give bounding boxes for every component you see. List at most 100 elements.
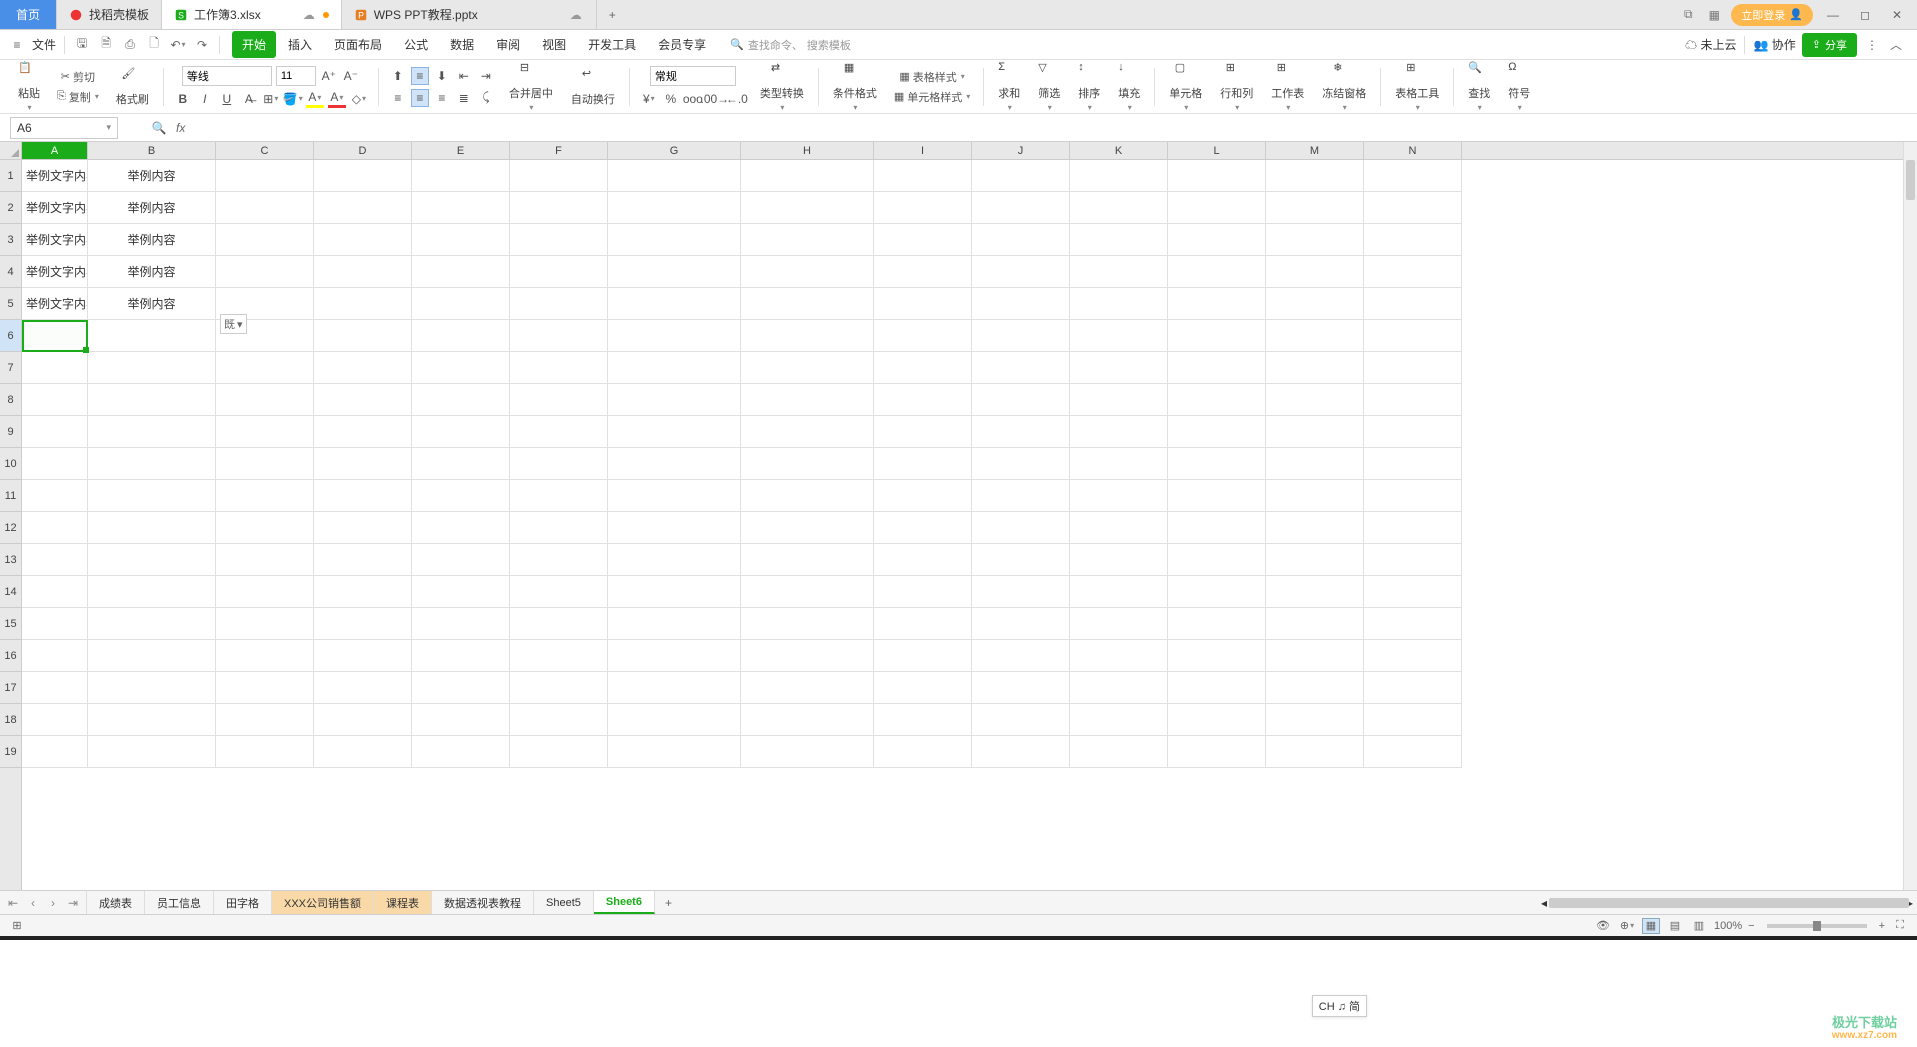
table-tools-button[interactable]: ⊞表格工具 bbox=[1391, 59, 1443, 114]
cell-A11[interactable] bbox=[22, 480, 88, 512]
cell-F13[interactable] bbox=[510, 544, 608, 576]
row-header-2[interactable]: 2 bbox=[0, 192, 21, 224]
cell-I6[interactable] bbox=[874, 320, 972, 352]
cell-N10[interactable] bbox=[1364, 448, 1462, 480]
cell-K1[interactable] bbox=[1070, 160, 1168, 192]
cell-F10[interactable] bbox=[510, 448, 608, 480]
cell-L8[interactable] bbox=[1168, 384, 1266, 416]
cell-K13[interactable] bbox=[1070, 544, 1168, 576]
cell-M15[interactable] bbox=[1266, 608, 1364, 640]
orientation-icon[interactable]: ⤹ bbox=[477, 89, 495, 107]
align-left-icon[interactable]: ≡ bbox=[389, 89, 407, 107]
menu-tab-数据[interactable]: 数据 bbox=[440, 31, 484, 58]
cell-B7[interactable] bbox=[88, 352, 216, 384]
cell-A16[interactable] bbox=[22, 640, 88, 672]
sheet-tab-成绩表[interactable]: 成绩表 bbox=[87, 891, 145, 914]
cell-D16[interactable] bbox=[314, 640, 412, 672]
cell-N15[interactable] bbox=[1364, 608, 1462, 640]
row-header-1[interactable]: 1 bbox=[0, 160, 21, 192]
print-preview-icon[interactable]: 🗋 bbox=[145, 36, 163, 54]
wrap-text-button[interactable]: ↩ 自动换行 bbox=[567, 65, 619, 109]
cell-M8[interactable] bbox=[1266, 384, 1364, 416]
sheet-tab-员工信息[interactable]: 员工信息 bbox=[145, 891, 214, 914]
sum-button[interactable]: Σ求和 bbox=[994, 59, 1024, 114]
cell-F9[interactable] bbox=[510, 416, 608, 448]
cell-B12[interactable] bbox=[88, 512, 216, 544]
fill-color-icon[interactable]: 🪣 bbox=[284, 90, 302, 108]
close-button[interactable]: ✕ bbox=[1885, 3, 1909, 27]
cell-C1[interactable] bbox=[216, 160, 314, 192]
col-header-K[interactable]: K bbox=[1070, 142, 1168, 159]
cell-F2[interactable] bbox=[510, 192, 608, 224]
cell-H3[interactable] bbox=[741, 224, 874, 256]
cell-E15[interactable] bbox=[412, 608, 510, 640]
increase-font-icon[interactable]: A⁺ bbox=[320, 67, 338, 85]
cell-F12[interactable] bbox=[510, 512, 608, 544]
copy-button[interactable]: ⎘ 复制 bbox=[54, 87, 102, 107]
cell-M19[interactable] bbox=[1266, 736, 1364, 768]
undo-icon[interactable]: ↶ bbox=[169, 36, 187, 54]
cell-H18[interactable] bbox=[741, 704, 874, 736]
cell-G2[interactable] bbox=[608, 192, 741, 224]
cell-B1[interactable]: 举例内容 bbox=[88, 160, 216, 192]
cell-H16[interactable] bbox=[741, 640, 874, 672]
cell-A8[interactable] bbox=[22, 384, 88, 416]
cell-G15[interactable] bbox=[608, 608, 741, 640]
file-menu[interactable]: 文件 bbox=[32, 36, 56, 53]
cell-G5[interactable] bbox=[608, 288, 741, 320]
formula-input[interactable] bbox=[191, 117, 1917, 139]
zoom-out-icon[interactable]: − bbox=[1748, 920, 1754, 932]
cell-I17[interactable] bbox=[874, 672, 972, 704]
cell-B6[interactable] bbox=[88, 320, 216, 352]
add-sheet-button[interactable]: + bbox=[655, 891, 682, 914]
sort-button[interactable]: ↕排序 bbox=[1074, 59, 1104, 114]
cell-J16[interactable] bbox=[972, 640, 1070, 672]
align-bottom-icon[interactable]: ⬇ bbox=[433, 67, 451, 85]
tab-ppt[interactable]: P WPS PPT教程.pptx ☁ bbox=[342, 0, 597, 29]
cell-I7[interactable] bbox=[874, 352, 972, 384]
cell-L13[interactable] bbox=[1168, 544, 1266, 576]
apps-icon[interactable]: ▦ bbox=[1705, 6, 1723, 24]
row-header-7[interactable]: 7 bbox=[0, 352, 21, 384]
hscroll-left-icon[interactable]: ◂ bbox=[1541, 896, 1547, 910]
cell-D15[interactable] bbox=[314, 608, 412, 640]
cell-D18[interactable] bbox=[314, 704, 412, 736]
collapse-ribbon-icon[interactable]: ︿ bbox=[1887, 36, 1905, 54]
cell-F6[interactable] bbox=[510, 320, 608, 352]
cell-H9[interactable] bbox=[741, 416, 874, 448]
cell-D7[interactable] bbox=[314, 352, 412, 384]
cell-I19[interactable] bbox=[874, 736, 972, 768]
cell-F5[interactable] bbox=[510, 288, 608, 320]
cell-F7[interactable] bbox=[510, 352, 608, 384]
font-name-input[interactable] bbox=[182, 66, 272, 86]
cell-N1[interactable] bbox=[1364, 160, 1462, 192]
cell-K9[interactable] bbox=[1070, 416, 1168, 448]
cell-D5[interactable] bbox=[314, 288, 412, 320]
cell-I14[interactable] bbox=[874, 576, 972, 608]
cell-G18[interactable] bbox=[608, 704, 741, 736]
select-all-corner[interactable] bbox=[0, 142, 22, 160]
cell-K12[interactable] bbox=[1070, 512, 1168, 544]
eye-icon[interactable]: 👁 bbox=[1594, 917, 1612, 935]
cell-I2[interactable] bbox=[874, 192, 972, 224]
tab-workbook[interactable]: S 工作簿3.xlsx ☁ bbox=[162, 0, 342, 29]
cell-N7[interactable] bbox=[1364, 352, 1462, 384]
cell-A2[interactable]: 举例文字内容 bbox=[22, 192, 88, 224]
paste-button[interactable]: 📋 粘贴 bbox=[14, 59, 44, 114]
cell-L16[interactable] bbox=[1168, 640, 1266, 672]
sheet-next-icon[interactable]: › bbox=[46, 896, 60, 910]
cell-I16[interactable] bbox=[874, 640, 972, 672]
cell-K18[interactable] bbox=[1070, 704, 1168, 736]
save-icon[interactable]: 🖫 bbox=[73, 36, 91, 54]
cell-I11[interactable] bbox=[874, 480, 972, 512]
cell-J2[interactable] bbox=[972, 192, 1070, 224]
cell-B14[interactable] bbox=[88, 576, 216, 608]
cell-I1[interactable] bbox=[874, 160, 972, 192]
app-menu-icon[interactable]: ≡ bbox=[8, 36, 26, 54]
cell-J8[interactable] bbox=[972, 384, 1070, 416]
cell-H1[interactable] bbox=[741, 160, 874, 192]
col-header-B[interactable]: B bbox=[88, 142, 216, 159]
align-middle-icon[interactable]: ≡ bbox=[411, 67, 429, 85]
find-button[interactable]: 🔍查找 bbox=[1464, 59, 1494, 114]
cell-C15[interactable] bbox=[216, 608, 314, 640]
